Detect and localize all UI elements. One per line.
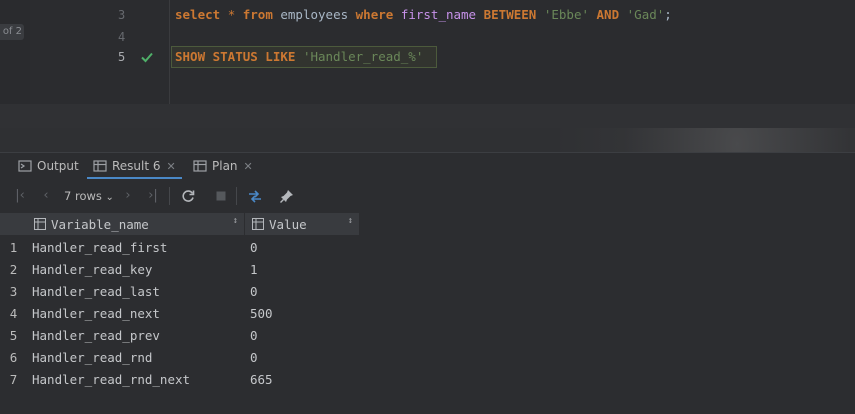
tab-label: Result 6: [112, 159, 161, 173]
cell-value[interactable]: 500: [250, 303, 273, 325]
result-toolbar: |‹ ‹ 7 rows ⌄ › ›|: [0, 180, 855, 212]
tab-output[interactable]: Output: [18, 153, 79, 179]
row-number: 6: [9, 350, 18, 365]
editor-bottom-strip: [0, 104, 855, 128]
table-icon: [93, 160, 107, 172]
first-page-icon[interactable]: |‹: [12, 188, 28, 204]
code-token: 'Ebbe': [543, 7, 589, 22]
column-header-label: Value: [269, 216, 307, 232]
table-row[interactable]: 4 Handler_read_next 500: [0, 303, 360, 325]
code-token: employees: [272, 7, 356, 22]
services-tool-window: Output Result 6 ✕ Plan ✕ |‹ ‹ 7 rows ⌄ ›…: [0, 152, 855, 414]
column-header-variable-name[interactable]: Variable_name ↕: [27, 213, 245, 235]
rows-selector[interactable]: 7 rows ⌄: [64, 188, 114, 206]
close-icon[interactable]: ✕: [244, 160, 253, 173]
line-number: 4: [118, 30, 126, 44]
cell-value[interactable]: 0: [250, 281, 258, 303]
rows-label: 7 rows: [64, 189, 102, 203]
table-row[interactable]: 7 Handler_read_rnd_next 665: [0, 369, 360, 391]
output-icon: [18, 160, 32, 172]
toolbar-separator: [169, 187, 170, 205]
code-token: from: [242, 7, 273, 22]
table-row[interactable]: 3 Handler_read_last 0: [0, 281, 360, 303]
cell-value[interactable]: 665: [250, 369, 273, 391]
compare-arrows-icon[interactable]: [247, 188, 263, 204]
cell-value[interactable]: 0: [250, 237, 258, 259]
row-number: 7: [9, 372, 18, 387]
code-line-5[interactable]: SHOW STATUS LIKE 'Handler_read_%': [175, 49, 423, 64]
close-icon[interactable]: ✕: [167, 160, 176, 173]
table-icon: [252, 218, 264, 230]
row-number: 1: [9, 240, 18, 255]
table-row[interactable]: 6 Handler_read_rnd 0: [0, 347, 360, 369]
code-token: SHOW STATUS LIKE: [175, 49, 296, 64]
row-number: 4: [9, 306, 18, 321]
table-row[interactable]: 1 Handler_read_first 0: [0, 237, 360, 259]
cell-variable-name[interactable]: Handler_read_first: [32, 237, 167, 259]
code-token: select: [175, 7, 221, 22]
sql-editor[interactable]: of 2 3 4 5 select * from employees where…: [0, 0, 855, 128]
code-line-3[interactable]: select * from employees where first_name…: [175, 7, 672, 22]
page-indicator: of 2: [0, 24, 24, 40]
code-token: BETWEEN: [483, 7, 537, 22]
code-token: AND: [596, 7, 620, 22]
table-row[interactable]: 2 Handler_read_key 1: [0, 259, 360, 281]
stop-icon[interactable]: [213, 188, 229, 204]
refresh-icon[interactable]: [180, 188, 196, 204]
table-icon: [34, 218, 46, 230]
cell-value[interactable]: 0: [250, 325, 258, 347]
table-row[interactable]: 5 Handler_read_prev 0: [0, 325, 360, 347]
toolbar-separator: [236, 187, 237, 205]
row-number: 3: [9, 284, 18, 299]
cell-variable-name[interactable]: Handler_read_key: [32, 259, 152, 281]
row-number: 5: [9, 328, 18, 343]
cell-variable-name[interactable]: Handler_read_rnd: [32, 347, 152, 369]
pin-icon[interactable]: [279, 188, 295, 204]
cell-variable-name[interactable]: Handler_read_next: [32, 303, 160, 325]
line-number: 3: [118, 8, 126, 22]
code-token: where: [355, 7, 394, 22]
previous-page-icon[interactable]: ‹: [38, 188, 54, 204]
table-icon: [193, 160, 207, 172]
column-header-label: Variable_name: [51, 216, 149, 232]
result-tabs: Output Result 6 ✕ Plan ✕: [0, 153, 855, 179]
chevron-down-icon: ⌄: [105, 192, 114, 203]
cell-value[interactable]: 1: [250, 259, 258, 281]
line-number: 5: [118, 50, 126, 64]
tab-label: Output: [37, 159, 79, 173]
row-number-header: [0, 213, 27, 235]
success-check-icon: [141, 52, 153, 63]
column-header-value[interactable]: Value ↕: [245, 213, 360, 235]
row-number: 2: [9, 262, 18, 277]
next-page-icon[interactable]: ›: [120, 188, 136, 204]
cell-variable-name[interactable]: Handler_read_prev: [32, 325, 160, 347]
sort-icon[interactable]: ↕: [348, 216, 353, 226]
tab-label: Plan: [212, 159, 238, 173]
tab-result-6[interactable]: Result 6 ✕: [87, 153, 182, 179]
code-token: first_name: [400, 7, 477, 22]
tab-plan[interactable]: Plan ✕: [193, 153, 253, 179]
cell-variable-name[interactable]: Handler_read_last: [32, 281, 160, 303]
code-token: ;: [664, 7, 672, 22]
cell-value[interactable]: 0: [250, 347, 258, 369]
code-token: 'Handler_read_%': [302, 49, 424, 64]
last-page-icon[interactable]: ›|: [145, 188, 161, 204]
cell-variable-name[interactable]: Handler_read_rnd_next: [32, 369, 190, 391]
code-token: 'Gad': [626, 7, 665, 22]
sort-icon[interactable]: ↕: [233, 216, 238, 226]
